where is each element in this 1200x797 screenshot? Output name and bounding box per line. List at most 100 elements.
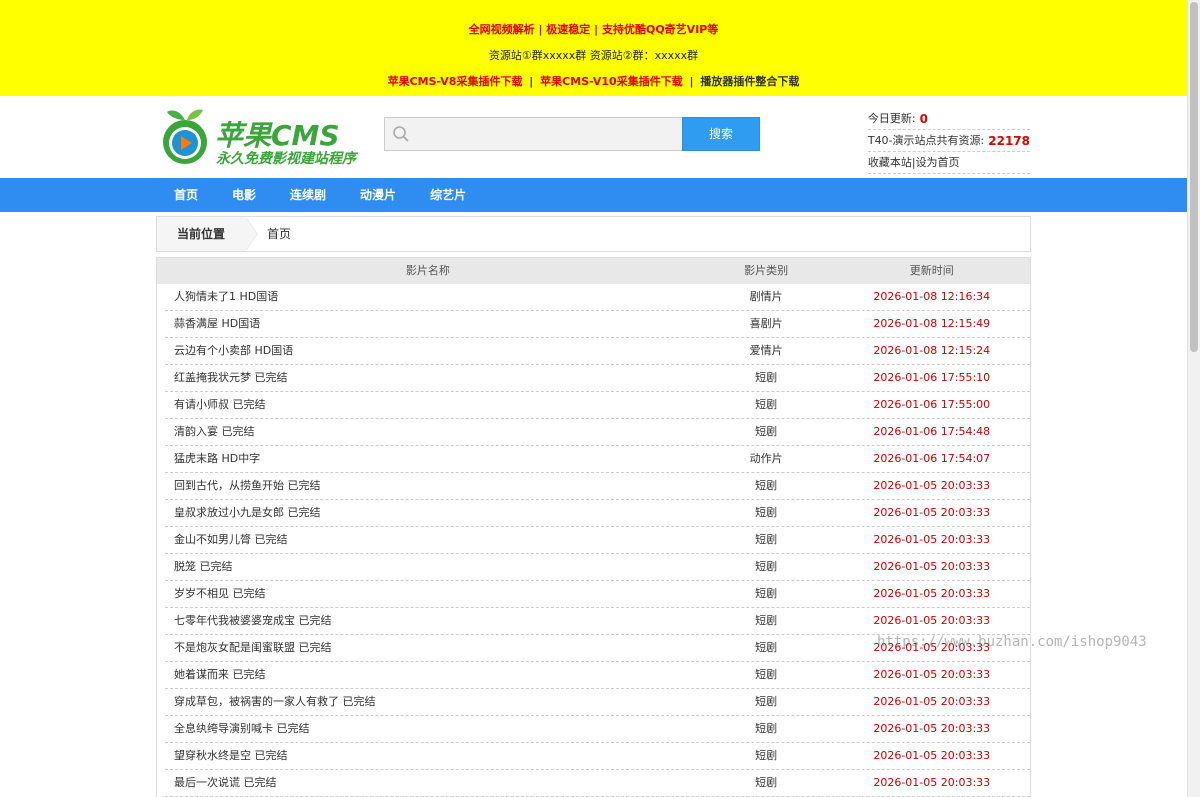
- table-row[interactable]: 望穿秋水终是空 已完结 短剧 2026-01-05 20:03:33: [165, 743, 1030, 770]
- video-updated-time: 2026-01-05 20:03:33: [873, 587, 991, 600]
- table-row[interactable]: 红盖掩我状元梦 已完结 短剧 2026-01-06 17:55:10: [165, 365, 1030, 392]
- nav-item-anime[interactable]: 动漫片: [343, 178, 413, 212]
- table-row[interactable]: 人狗情未了1 HD国语 剧情片 2026-01-08 12:16:34: [165, 284, 1030, 311]
- video-category: 短剧: [755, 641, 778, 654]
- apple-logo-icon[interactable]: [157, 106, 213, 166]
- video-category: 短剧: [755, 533, 778, 546]
- announcement-headline: 全网视频解析 | 极速稳定 | 支持优酷QQ奇艺VIP等: [468, 23, 719, 36]
- video-title-link[interactable]: 清韵入宴 已完结: [165, 419, 699, 445]
- table-row[interactable]: 穿成草包，被祸害的一家人有救了 已完结 短剧 2026-01-05 20:03:33: [165, 689, 1030, 716]
- table-row[interactable]: 七零年代我被婆婆宠成宝 已完结 短剧 2026-01-05 20:03:33: [165, 608, 1030, 635]
- video-category: 短剧: [755, 398, 778, 411]
- table-row[interactable]: 金山不如男儿膂 已完结 短剧 2026-01-05 20:03:33: [165, 527, 1030, 554]
- table-row[interactable]: 清韵入宴 已完结 短剧 2026-01-06 17:54:48: [165, 419, 1030, 446]
- video-updated-time: 2026-01-06 17:54:48: [873, 425, 991, 438]
- table-row[interactable]: 回到古代，从捞鱼开始 已完结 短剧 2026-01-05 20:03:33: [165, 473, 1030, 500]
- table-row[interactable]: 猛虎末路 HD中字 动作片 2026-01-06 17:54:07: [165, 446, 1030, 473]
- announcement-bar: 全网视频解析 | 极速稳定 | 支持优酷QQ奇艺VIP等 资源站①群xxxxx群…: [0, 0, 1187, 96]
- video-updated-time: 2026-01-05 20:03:33: [873, 668, 991, 681]
- nav-item-series[interactable]: 连续剧: [273, 178, 343, 212]
- scrollbar-thumb[interactable]: [1190, 2, 1198, 352]
- watermark: https://www.buzhan.com/ishop9043: [877, 634, 1147, 650]
- player-plugin-download-link[interactable]: 播放器插件整合下载: [700, 75, 799, 88]
- search-box: [384, 117, 682, 151]
- video-title-link[interactable]: 人狗情未了1 HD国语: [165, 284, 699, 310]
- header-updated: 更新时间: [909, 264, 954, 277]
- table-row[interactable]: 皇叔求放过小九是女郎 已完结 短剧 2026-01-05 20:03:33: [165, 500, 1030, 527]
- video-updated-time: 2026-01-05 20:03:33: [873, 560, 991, 573]
- video-title-link[interactable]: 最后一次说谎 已完结: [165, 770, 699, 796]
- video-title-link[interactable]: 七零年代我被婆婆宠成宝 已完结: [165, 608, 699, 634]
- video-title-link[interactable]: 猛虎末路 HD中字: [165, 446, 699, 472]
- video-title-link[interactable]: 岁岁不相见 已完结: [165, 581, 699, 607]
- video-title-link[interactable]: 穿成草包，被祸害的一家人有救了 已完结: [165, 689, 699, 715]
- breadcrumb-label: 当前位置: [157, 217, 245, 251]
- today-updates-label: 今日更新:: [867, 112, 916, 125]
- set-homepage-link[interactable]: 设为首页: [916, 152, 960, 173]
- total-resources-count: 22178: [988, 134, 1030, 148]
- vertical-scrollbar[interactable]: [1187, 0, 1200, 797]
- table-row[interactable]: 最后一次说谎 已完结 短剧 2026-01-05 20:03:33: [165, 770, 1030, 797]
- video-category: 短剧: [755, 749, 778, 762]
- video-category: 短剧: [755, 371, 778, 384]
- video-category: 短剧: [755, 506, 778, 519]
- header-category: 影片类别: [744, 264, 789, 277]
- breadcrumb: 当前位置 首页: [156, 216, 1031, 252]
- video-updated-time: 2026-01-08 12:15:49: [873, 317, 991, 330]
- site-actions: 收藏本站 | 设为首页: [867, 152, 1030, 174]
- video-category: 爱情片: [749, 344, 783, 357]
- nav-item-home[interactable]: 首页: [157, 178, 215, 212]
- video-title-link[interactable]: 皇叔求放过小九是女郎 已完结: [165, 500, 699, 526]
- video-title-link[interactable]: 红盖掩我状元梦 已完结: [165, 365, 699, 391]
- video-title-link[interactable]: 脱笼 已完结: [165, 554, 699, 580]
- video-updated-time: 2026-01-08 12:15:24: [873, 344, 991, 357]
- link-separator: |: [689, 75, 694, 88]
- v10-plugin-download-link[interactable]: 苹果CMS-V10采集插件下载: [540, 75, 683, 88]
- search-icon: [393, 126, 409, 142]
- header-title: 影片名称: [405, 264, 450, 277]
- today-updates: 今日更新: 0: [867, 108, 1030, 130]
- video-updated-time: 2026-01-05 20:03:33: [873, 722, 991, 735]
- video-updated-time: 2026-01-05 20:03:33: [873, 506, 991, 519]
- video-title-link[interactable]: 蒜香满屋 HD国语: [165, 311, 699, 337]
- video-title-link[interactable]: 全息纨绔导演别喊卡 已完结: [165, 716, 699, 742]
- video-title-link[interactable]: 有请小师叔 已完结: [165, 392, 699, 418]
- table-row[interactable]: 全息纨绔导演别喊卡 已完结 短剧 2026-01-05 20:03:33: [165, 716, 1030, 743]
- table-row[interactable]: 脱笼 已完结 短剧 2026-01-05 20:03:33: [165, 554, 1030, 581]
- search-button[interactable]: 搜索: [682, 117, 760, 151]
- video-category: 喜剧片: [749, 317, 783, 330]
- announcement-groups: 资源站①群xxxxx群 资源站②群：xxxxx群: [488, 49, 699, 62]
- video-category: 短剧: [755, 668, 778, 681]
- link-separator: |: [529, 75, 534, 88]
- total-resources-label: T40-演示站点共有资源:: [867, 134, 985, 147]
- table-row[interactable]: 岁岁不相见 已完结 短剧 2026-01-05 20:03:33: [165, 581, 1030, 608]
- breadcrumb-home-link[interactable]: 首页: [267, 217, 291, 251]
- table-row[interactable]: 云边有个小卖部 HD国语 爱情片 2026-01-08 12:15:24: [165, 338, 1030, 365]
- video-title-link[interactable]: 不是炮灰女配是闺蜜联盟 已完结: [165, 635, 699, 661]
- search-input[interactable]: [385, 118, 682, 150]
- video-list-table: 影片名称 影片类别 更新时间 人狗情未了1 HD国语 剧情片 2026-01-08 …: [156, 257, 1031, 797]
- video-category: 动作片: [749, 452, 783, 465]
- site-stats: 今日更新: 0 T40-演示站点共有资源: 22178 收藏本站 | 设为首页: [860, 108, 1030, 174]
- table-row[interactable]: 她着谋而来 已完结 短剧 2026-01-05 20:03:33: [165, 662, 1030, 689]
- video-title-link[interactable]: 云边有个小卖部 HD国语: [165, 338, 699, 364]
- video-category: 短剧: [755, 479, 778, 492]
- bookmark-link[interactable]: 收藏本站: [868, 152, 912, 173]
- video-category: 短剧: [755, 587, 778, 600]
- nav-item-movies[interactable]: 电影: [215, 178, 273, 212]
- video-title-link[interactable]: 她着谋而来 已完结: [165, 662, 699, 688]
- video-category: 短剧: [755, 425, 778, 438]
- table-row[interactable]: 蒜香满屋 HD国语 喜剧片 2026-01-08 12:15:49: [165, 311, 1030, 338]
- nav-item-variety[interactable]: 综艺片: [413, 178, 483, 212]
- main-nav: 首页 电影 连续剧 动漫片 综艺片: [0, 178, 1187, 212]
- video-category: 短剧: [755, 560, 778, 573]
- v8-plugin-download-link[interactable]: 苹果CMS-V8采集插件下载: [388, 75, 523, 88]
- table-row[interactable]: 有请小师叔 已完结 短剧 2026-01-06 17:55:00: [165, 392, 1030, 419]
- video-title-link[interactable]: 金山不如男儿膂 已完结: [165, 527, 699, 553]
- video-title-link[interactable]: 回到古代，从捞鱼开始 已完结: [165, 473, 699, 499]
- table-header: 影片名称 影片类别 更新时间: [157, 258, 1030, 284]
- page: 全网视频解析 | 极速稳定 | 支持优酷QQ奇艺VIP等 资源站①群xxxxx群…: [0, 0, 1187, 797]
- video-title-link[interactable]: 望穿秋水终是空 已完结: [165, 743, 699, 769]
- total-resources: T40-演示站点共有资源: 22178: [867, 130, 1030, 152]
- video-updated-time: 2026-01-05 20:03:33: [873, 479, 991, 492]
